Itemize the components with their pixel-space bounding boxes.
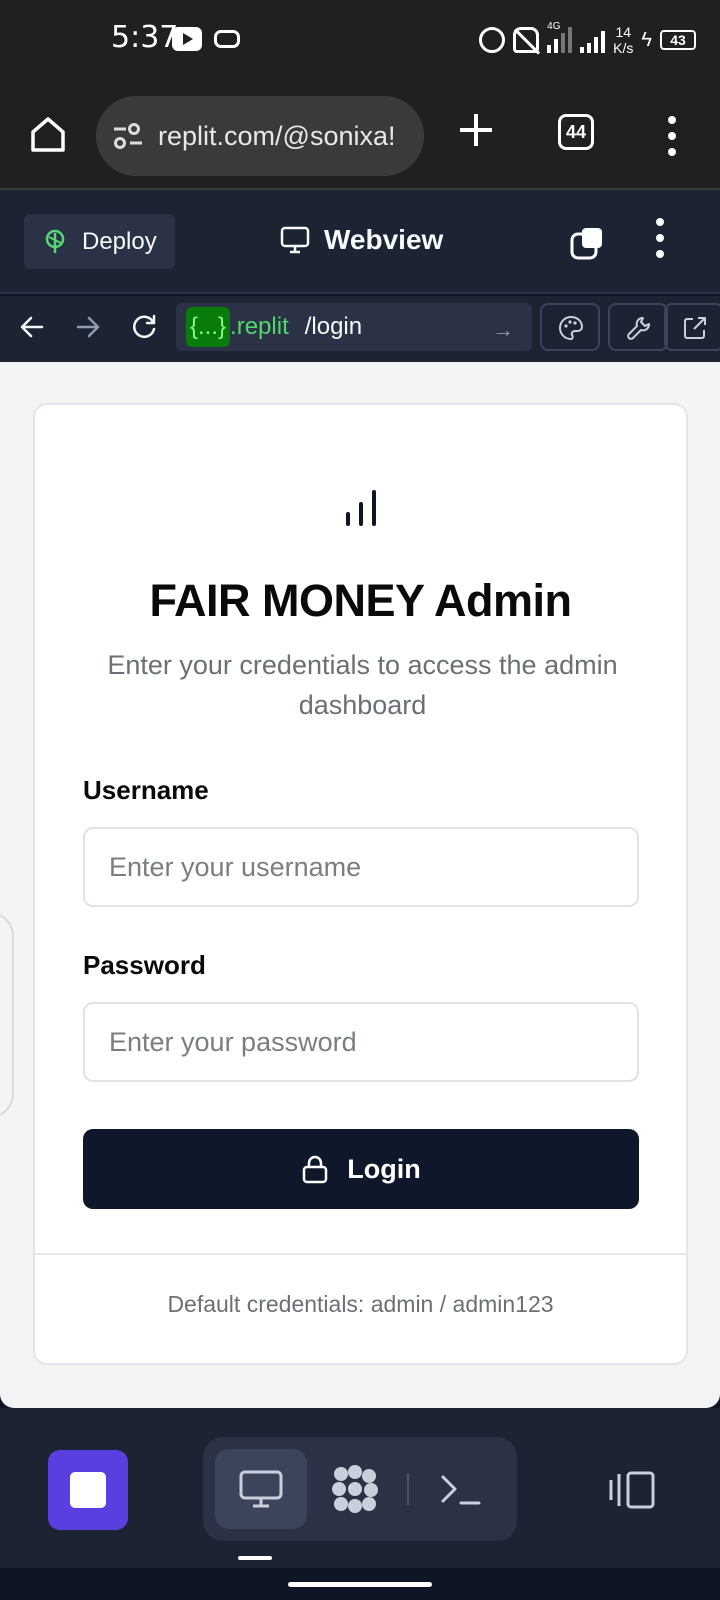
login-button-label: Login xyxy=(347,1153,421,1184)
devtools-theme-button[interactable] xyxy=(540,303,600,351)
tab-separator xyxy=(407,1473,409,1505)
webview-label: Webview xyxy=(324,224,444,255)
battery-indicator: 43 xyxy=(660,30,696,50)
card-divider xyxy=(35,1253,686,1255)
gesture-nav-area xyxy=(0,1568,720,1600)
network-speed-unit: K/s xyxy=(613,40,634,56)
wrench-icon xyxy=(627,317,650,340)
devtools-button[interactable] xyxy=(608,303,668,351)
browser-toolbar: replit.com/@sonixa! 44 xyxy=(0,80,720,190)
address-url: replit.com/@sonixa! xyxy=(158,120,396,151)
notifications-off-icon xyxy=(513,27,540,53)
password-label: Password xyxy=(83,950,206,980)
webview-tab-title: Webview xyxy=(280,224,443,256)
username-label: Username xyxy=(83,775,209,805)
stop-button[interactable] xyxy=(48,1450,128,1530)
address-bar[interactable]: replit.com/@sonixa! xyxy=(96,96,424,176)
deploy-button[interactable]: Deploy xyxy=(24,214,175,269)
back-arrow-icon[interactable] xyxy=(18,313,46,341)
login-card: FAIR MONEY Admin Enter your credentials … xyxy=(33,403,688,1365)
layout-toggle-icon[interactable] xyxy=(608,1470,656,1510)
browser-menu-icon[interactable] xyxy=(668,116,676,156)
site-settings-icon[interactable] xyxy=(112,123,144,149)
new-tab-button[interactable] xyxy=(458,112,494,148)
webview-url-field[interactable]: {...} .replit /login → xyxy=(176,303,532,351)
network-speed-value: 14 xyxy=(615,24,632,40)
charging-icon: ϟ xyxy=(641,28,652,51)
signal-bars-icon xyxy=(346,482,386,526)
signal-4g-icon: 4G xyxy=(547,21,573,53)
webview-page: FAIR MONEY Admin Enter your credentials … xyxy=(0,362,720,1408)
pane-menu-icon[interactable] xyxy=(656,218,664,258)
replit-header: Deploy Webview xyxy=(0,190,720,294)
signal-icon xyxy=(580,27,606,53)
gesture-bar[interactable] xyxy=(288,1582,432,1587)
url-token: {...} xyxy=(186,307,231,347)
status-icons: 4G 14 K/s ϟ 43 xyxy=(479,20,696,60)
external-link-icon xyxy=(684,317,706,339)
split-pane-icon[interactable] xyxy=(570,226,604,260)
tab-webview[interactable] xyxy=(215,1449,307,1529)
username-input[interactable] xyxy=(83,827,639,907)
side-drawer-handle[interactable] xyxy=(0,912,14,1118)
page-subtitle: Enter your credentials to access the adm… xyxy=(107,650,618,720)
tab-switcher-button[interactable]: 44 xyxy=(558,114,594,150)
active-tab-indicator xyxy=(238,1556,272,1560)
lock-icon xyxy=(303,1155,328,1184)
network-type-label: 4G xyxy=(547,21,561,32)
go-arrow-icon[interactable]: → xyxy=(492,317,514,343)
youtube-icon xyxy=(172,27,202,51)
home-icon[interactable] xyxy=(28,114,68,154)
forward-arrow-icon[interactable] xyxy=(74,313,102,341)
terminal-icon xyxy=(441,1475,481,1505)
tab-shell[interactable] xyxy=(415,1449,507,1529)
pane-tab-group xyxy=(203,1437,517,1541)
deploy-icon xyxy=(45,229,65,253)
replit-bottom-bar xyxy=(0,1408,720,1568)
status-bar: 5:37 4G 14 K/s ϟ 43 xyxy=(0,0,720,80)
default-credentials-note: Default credentials: admin / admin123 xyxy=(167,1291,554,1317)
webview-nav-bar: {...} .replit /login → xyxy=(0,296,720,362)
password-input[interactable] xyxy=(83,1002,639,1082)
reload-icon[interactable] xyxy=(130,313,158,341)
clock: 5:37 xyxy=(111,20,179,55)
url-host: .replit xyxy=(230,313,289,340)
network-speed: 14 K/s xyxy=(613,24,633,56)
agent-icon xyxy=(332,1465,378,1513)
login-button[interactable]: Login xyxy=(83,1129,639,1209)
tab-agent[interactable] xyxy=(309,1449,401,1529)
page-title: FAIR MONEY Admin xyxy=(149,575,572,626)
palette-icon xyxy=(559,315,584,341)
deploy-label: Deploy xyxy=(82,227,157,255)
monitor-icon xyxy=(280,226,310,254)
alarm-icon xyxy=(479,27,506,53)
open-in-new-tab-button[interactable] xyxy=(664,303,720,351)
gamepad-icon xyxy=(214,30,240,48)
monitor-icon xyxy=(239,1470,283,1508)
url-path: /login xyxy=(304,313,363,340)
